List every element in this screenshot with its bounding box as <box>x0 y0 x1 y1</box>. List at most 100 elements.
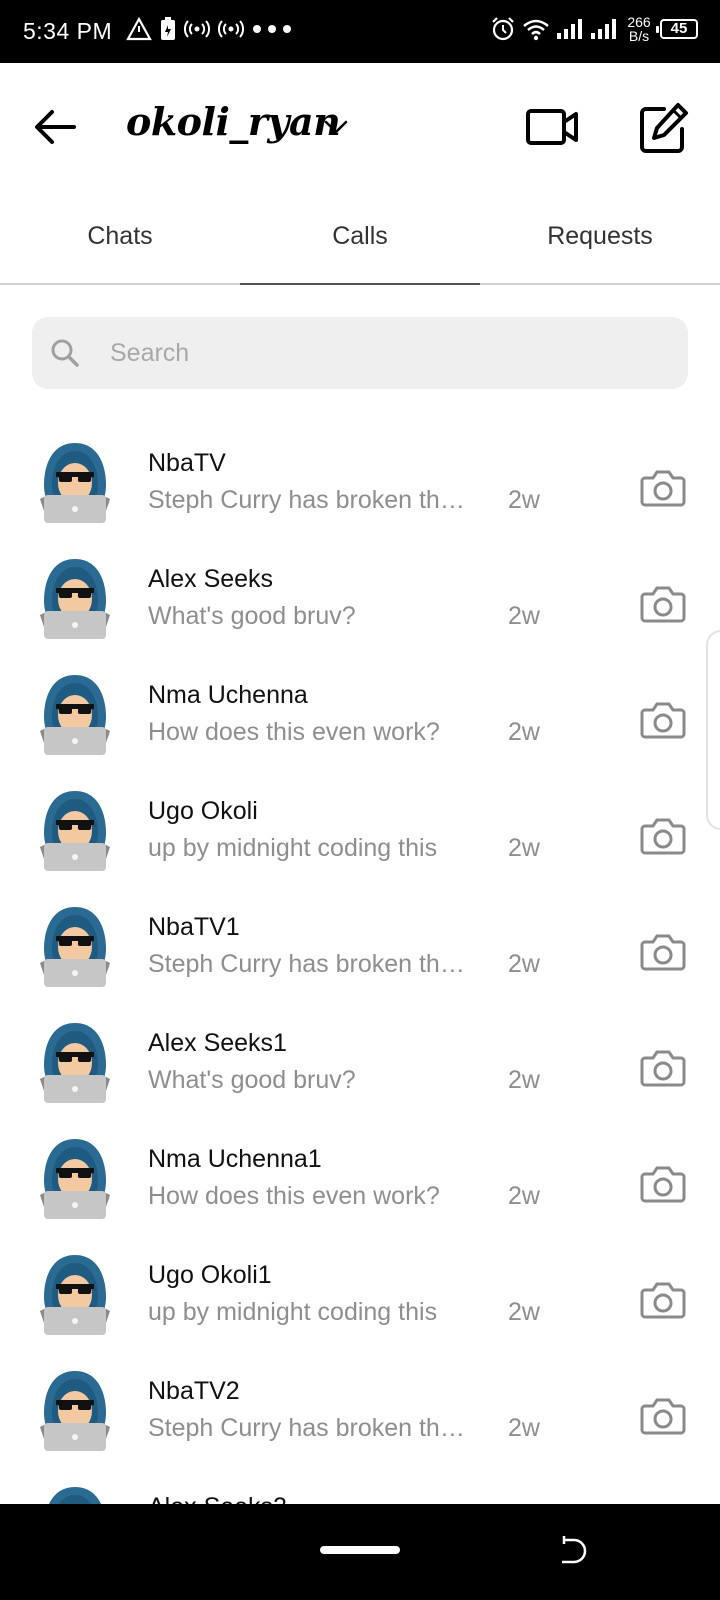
conversation-time: 2w <box>508 602 540 630</box>
back-gesture-icon[interactable] <box>556 1534 590 1568</box>
avatar[interactable] <box>36 1253 114 1339</box>
camera-icon <box>640 702 686 739</box>
avatar[interactable] <box>36 1369 114 1455</box>
camera-button[interactable] <box>640 1165 686 1203</box>
camera-button[interactable] <box>640 933 686 971</box>
conversation-name: NbaTV1 <box>148 913 240 941</box>
conversation-preview: Steph Curry has broken th… <box>148 1414 465 1442</box>
signal-icon <box>591 19 616 39</box>
back-button[interactable] <box>32 107 78 147</box>
status-bar: 5:34 PM 266 B/s 45 <box>0 0 720 63</box>
list-item[interactable]: Ugo Okoli up by midnight coding this 2w <box>0 777 720 893</box>
search-input[interactable] <box>110 317 650 389</box>
conversation-preview: What's good bruv? <box>148 602 356 630</box>
conversation-name: NbaTV2 <box>148 1377 240 1405</box>
list-item[interactable]: NbaTV Steph Curry has broken th… 2w <box>0 429 720 545</box>
chevron-down-icon <box>324 120 348 134</box>
conversation-preview: up by midnight coding this <box>148 834 438 862</box>
camera-button[interactable] <box>640 1281 686 1319</box>
conversation-name: Alex Seeks <box>148 565 274 593</box>
conversation-name: Ugo Okoli <box>148 797 258 825</box>
signal-icon <box>557 19 582 39</box>
search-box[interactable] <box>32 317 688 389</box>
avatar[interactable] <box>36 1485 114 1504</box>
tab-bar: Chats Calls Requests <box>0 200 720 285</box>
header: okoli_ryan <box>0 63 720 191</box>
camera-button[interactable] <box>640 1049 686 1087</box>
conversation-preview: How does this even work? <box>148 1182 440 1210</box>
account-switcher-button[interactable] <box>323 115 349 137</box>
battery-indicator: 45 <box>656 19 698 39</box>
edge-panel-handle[interactable] <box>706 630 720 830</box>
conversation-preview: up by midnight coding this <box>148 1298 438 1326</box>
camera-icon <box>640 1166 686 1203</box>
avatar[interactable] <box>36 905 114 991</box>
alert-triangle-icon <box>126 17 152 41</box>
tab-requests[interactable]: Requests <box>480 200 720 283</box>
camera-icon <box>640 470 686 507</box>
status-right-icons: 266 B/s 45 <box>490 15 698 43</box>
conversation-time: 2w <box>508 486 540 514</box>
camera-button[interactable] <box>640 817 686 855</box>
camera-icon <box>640 934 686 971</box>
status-time: 5:34 PM <box>23 18 113 44</box>
conversation-preview: Steph Curry has broken th… <box>148 486 465 514</box>
camera-button[interactable] <box>640 1397 686 1435</box>
conversation-time: 2w <box>508 718 540 746</box>
tab-chats[interactable]: Chats <box>0 200 240 283</box>
avatar[interactable] <box>36 1021 114 1107</box>
avatar[interactable] <box>36 789 114 875</box>
account-username[interactable]: okoli_ryan <box>126 99 341 144</box>
tab-calls[interactable]: Calls <box>240 200 480 285</box>
avatar[interactable] <box>36 673 114 759</box>
camera-icon <box>640 1398 686 1435</box>
conversation-name: NbaTV <box>148 449 226 477</box>
list-item[interactable]: Alex Seeks1 What's good bruv? 2w <box>0 1009 720 1125</box>
camera-icon <box>640 818 686 855</box>
hotspot-icon <box>218 20 244 38</box>
camera-button[interactable] <box>640 701 686 739</box>
avatar[interactable] <box>36 557 114 643</box>
list-item[interactable]: Alex Seeks What's good bruv? 2w <box>0 545 720 661</box>
conversation-preview: Steph Curry has broken th… <box>148 950 465 978</box>
video-camera-icon <box>526 109 578 145</box>
conversation-time: 2w <box>508 1298 540 1326</box>
wifi-icon <box>523 19 549 41</box>
new-message-button[interactable] <box>638 101 690 155</box>
list-item[interactable]: Ugo Okoli1 up by midnight coding this 2w <box>0 1241 720 1357</box>
list-item[interactable]: Nma Uchenna1 How does this even work? 2w <box>0 1125 720 1241</box>
avatar[interactable] <box>36 1137 114 1223</box>
hotspot-icon <box>184 20 210 38</box>
conversation-time: 2w <box>508 1066 540 1094</box>
camera-icon <box>640 1282 686 1319</box>
home-gesture-bar[interactable] <box>320 1546 400 1554</box>
list-item[interactable]: Nma Uchenna How does this even work? 2w <box>0 661 720 777</box>
back-arrow-icon <box>35 110 76 144</box>
net-speed: 266 B/s <box>624 15 654 43</box>
conversation-time: 2w <box>508 1414 540 1442</box>
camera-icon <box>640 1050 686 1087</box>
avatar[interactable] <box>36 441 114 527</box>
camera-button[interactable] <box>640 469 686 507</box>
net-speed-value: 266 <box>627 14 651 30</box>
list-item[interactable]: NbaTV1 Steph Curry has broken th… 2w <box>0 893 720 1009</box>
list-item[interactable]: Alex Seeks2 <box>0 1473 720 1504</box>
conversation-time: 2w <box>508 1182 540 1210</box>
conversation-name: Alex Seeks1 <box>148 1029 287 1057</box>
conversation-name: Alex Seeks2 <box>148 1493 287 1504</box>
camera-button[interactable] <box>640 585 686 623</box>
conversation-name: Nma Uchenna1 <box>148 1145 322 1173</box>
conversation-name: Nma Uchenna <box>148 681 308 709</box>
battery-saver-icon <box>161 17 175 40</box>
status-left-icons <box>126 17 292 41</box>
alarm-icon <box>492 17 514 41</box>
conversation-list: NbaTV Steph Curry has broken th… 2w Alex… <box>0 429 720 1504</box>
conversation-time: 2w <box>508 950 540 978</box>
more-dots-icon <box>253 25 291 33</box>
conversation-preview: How does this even work? <box>148 718 440 746</box>
list-item[interactable]: NbaTV2 Steph Curry has broken th… 2w <box>0 1357 720 1473</box>
net-speed-unit: B/s <box>628 28 650 44</box>
navigation-bar <box>0 1504 720 1600</box>
video-call-button[interactable] <box>524 103 580 153</box>
search-icon <box>51 339 79 367</box>
